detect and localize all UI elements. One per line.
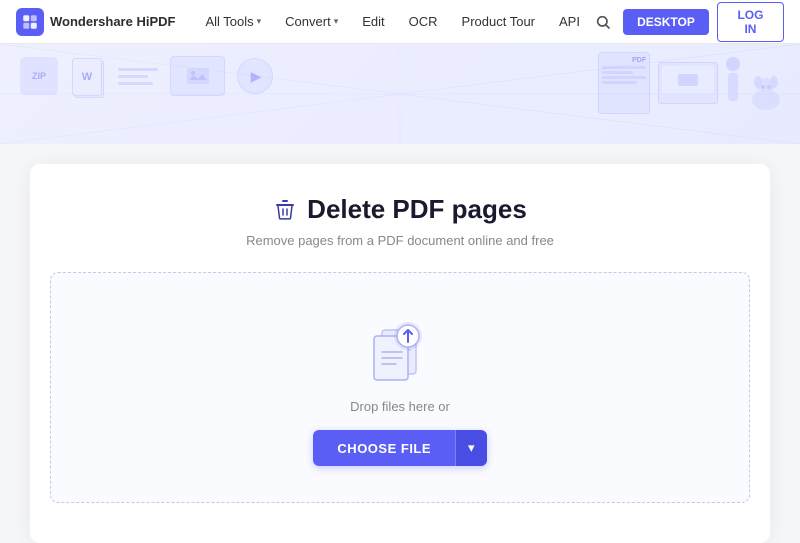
main-card: Delete PDF pages Remove pages from a PDF… (30, 164, 770, 543)
deco-grid (0, 44, 800, 144)
chevron-down-icon: ▾ (468, 440, 475, 455)
logo-area[interactable]: Wondershare HiPDF (16, 8, 175, 36)
nav-api[interactable]: API (549, 8, 590, 35)
desktop-button[interactable]: DESKTOP (623, 9, 709, 35)
main-content: Delete PDF pages Remove pages from a PDF… (0, 144, 800, 543)
upload-illustration (360, 313, 440, 383)
brand-name: Wondershare HiPDF (50, 14, 175, 29)
title-area: Delete PDF pages (273, 194, 527, 225)
nav-items: All Tools ▾ Convert ▾ Edit OCR Product T… (195, 8, 590, 35)
nav-ocr[interactable]: OCR (399, 8, 448, 35)
choose-file-button[interactable]: CHOOSE FILE (313, 430, 455, 466)
navbar: Wondershare HiPDF All Tools ▾ Convert ▾ … (0, 0, 800, 44)
choose-file-dropdown-button[interactable]: ▾ (455, 430, 487, 466)
drop-zone[interactable]: Drop files here or CHOOSE FILE ▾ (50, 272, 750, 503)
search-icon[interactable] (590, 8, 615, 36)
drop-text: Drop files here or (350, 399, 450, 414)
hero-banner: ZIP W ▶ PDF (0, 44, 800, 144)
page-title: Delete PDF pages (307, 194, 527, 225)
nav-edit[interactable]: Edit (352, 8, 394, 35)
nav-convert[interactable]: Convert ▾ (275, 8, 348, 35)
chevron-down-icon: ▾ (257, 16, 262, 27)
trash-icon (273, 198, 297, 222)
logo-icon (16, 8, 44, 36)
chevron-down-icon: ▾ (334, 16, 339, 27)
nav-product-tour[interactable]: Product Tour (452, 8, 545, 35)
login-button[interactable]: LOG IN (717, 2, 784, 42)
choose-file-group: CHOOSE FILE ▾ (313, 430, 486, 466)
nav-all-tools[interactable]: All Tools ▾ (195, 8, 271, 35)
upload-svg (360, 312, 440, 384)
page-subtitle: Remove pages from a PDF document online … (246, 233, 554, 248)
